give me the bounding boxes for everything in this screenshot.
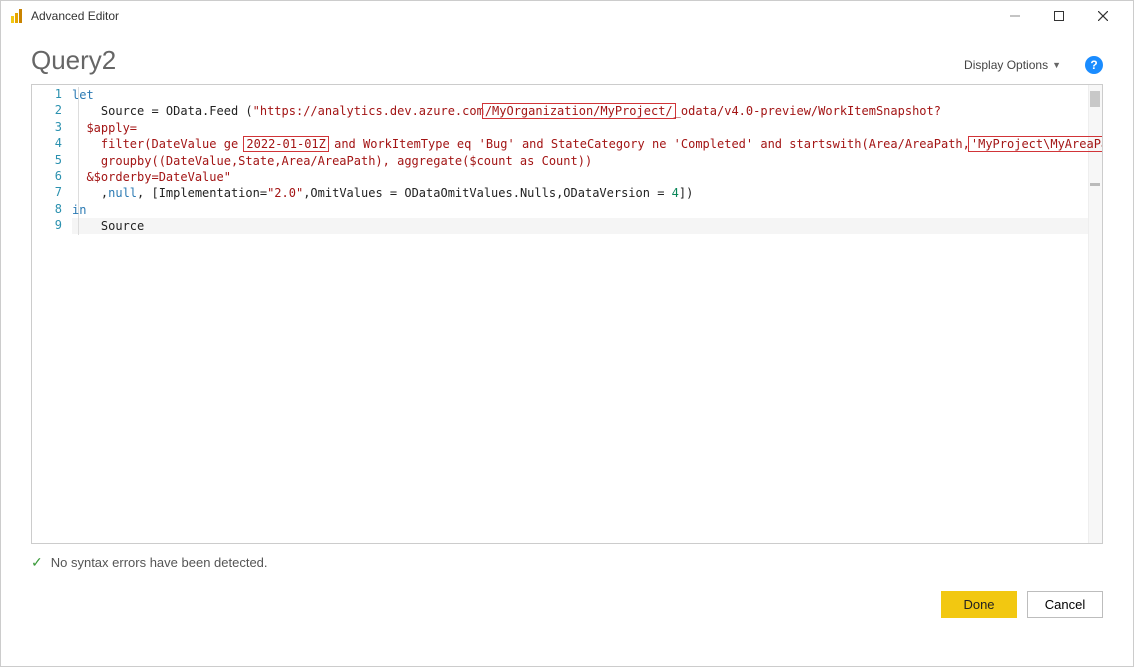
line-number: 7 [32,185,72,201]
footer: Done Cancel [1,571,1133,634]
display-options-dropdown[interactable]: Display Options ▼ [964,58,1061,72]
done-button[interactable]: Done [941,591,1017,618]
cancel-button[interactable]: Cancel [1027,591,1103,618]
line-number: 8 [32,202,72,218]
titlebar: Advanced Editor [1,1,1133,31]
code-line: in [72,202,1102,218]
code-editor[interactable]: 1 2 3 4 5 6 7 8 9 let Source = OData.Fee… [31,84,1103,544]
line-number-gutter: 1 2 3 4 5 6 7 8 9 [32,85,72,543]
code-line: $apply= [72,120,1102,136]
status-message: No syntax errors have been detected. [51,555,268,570]
status-bar: ✓ No syntax errors have been detected. [1,544,1133,571]
highlight-areapath: 'MyProject\MyAreaPath'))/ [968,136,1102,152]
code-line: &$orderby=DateValue" [72,169,1102,185]
close-button[interactable] [1081,2,1125,30]
line-number: 4 [32,136,72,152]
line-number: 3 [32,120,72,136]
query-title: Query2 [31,45,116,76]
code-area[interactable]: let Source = OData.Feed ("https://analyt… [72,85,1102,543]
line-number: 2 [32,103,72,119]
header: Query2 Display Options ▼ ? [1,31,1133,84]
help-icon[interactable]: ? [1085,56,1103,74]
line-number: 9 [32,218,72,234]
code-line: ,null, [Implementation="2.0",OmitValues … [72,185,1102,201]
highlight-org-project: /MyOrganization/MyProject/ [482,103,676,119]
line-number: 6 [32,169,72,185]
advanced-editor-window: Advanced Editor Query2 Display Options ▼… [0,0,1134,667]
highlight-date: 2022-01-01Z [243,136,328,152]
code-line: filter(DateValue ge 2022-01-01Z and Work… [72,136,1102,152]
code-line: let [72,87,1102,103]
window-title: Advanced Editor [31,9,119,23]
display-options-label: Display Options [964,58,1048,72]
maximize-button[interactable] [1037,2,1081,30]
power-bi-logo-icon [11,9,23,23]
minimize-button[interactable] [993,2,1037,30]
code-line: Source = OData.Feed ("https://analytics.… [72,103,1102,119]
code-line: groupby((DateValue,State,Area/AreaPath),… [72,153,1102,169]
line-number: 5 [32,153,72,169]
code-line: Source [72,218,1102,234]
chevron-down-icon: ▼ [1052,60,1061,70]
line-number: 1 [32,87,72,103]
check-icon: ✓ [31,554,43,571]
